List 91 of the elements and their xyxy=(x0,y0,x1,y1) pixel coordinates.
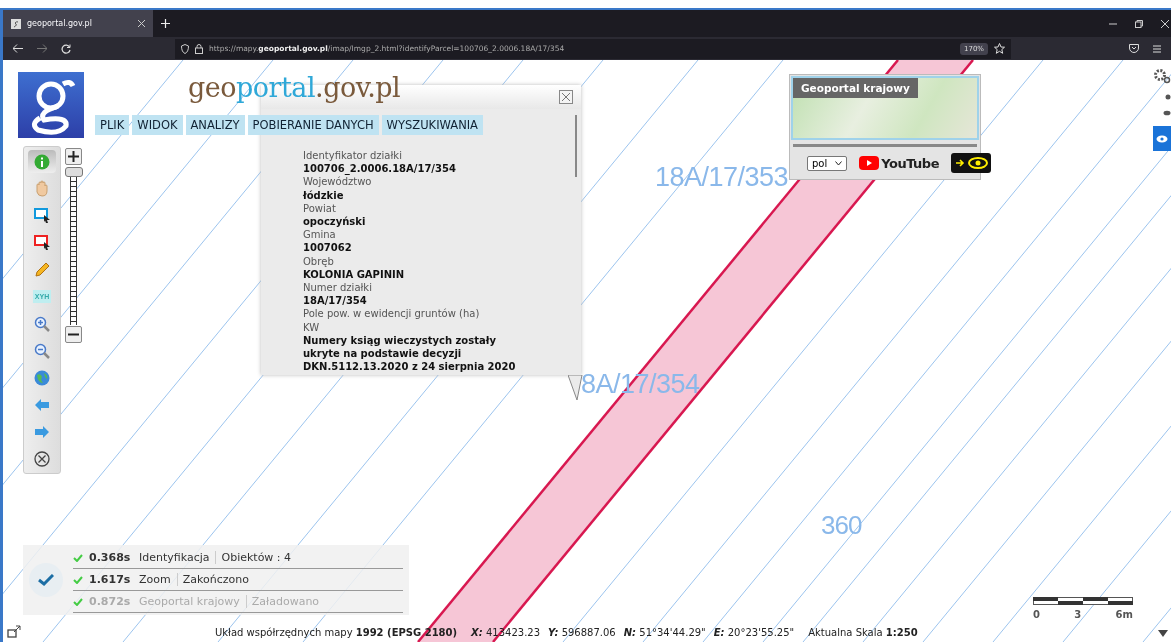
field-value: 1007062 xyxy=(303,241,353,255)
logo-icon[interactable] xyxy=(18,72,84,138)
parcel-label: 18A/17/353 xyxy=(655,162,789,193)
menu-icon[interactable] xyxy=(1153,44,1161,53)
zoom-in-icon xyxy=(34,315,50,332)
lock-icon xyxy=(195,43,203,54)
duration: 0.368s xyxy=(89,551,132,564)
pocket-icon[interactable] xyxy=(1129,44,1139,53)
operation-name: Geoportal krajowy xyxy=(139,595,240,608)
menu-item[interactable]: WIDOK xyxy=(132,115,183,135)
check-icon xyxy=(73,553,83,562)
star-icon[interactable] xyxy=(994,43,1005,54)
map-number: 360 xyxy=(821,510,862,541)
duration: 0.872s xyxy=(89,595,132,608)
field-label: Pole pow. w ewidencji gruntów (ha) xyxy=(303,307,481,321)
menu-item[interactable]: ANALIZY xyxy=(185,115,245,135)
back-icon[interactable] xyxy=(13,44,23,53)
zoom-slider[interactable] xyxy=(65,167,83,325)
operation-status: Zakończono xyxy=(176,573,249,586)
hand-icon xyxy=(34,180,50,197)
field-value: opoczyński xyxy=(303,215,367,229)
field-label: Gmina xyxy=(303,228,337,242)
info-icon xyxy=(34,153,50,170)
browser-tab[interactable]: geoportal.gov.pl xyxy=(3,10,153,37)
reload-icon[interactable] xyxy=(61,43,71,54)
field-value: 18A/17/354 xyxy=(303,294,368,308)
site-title: geoportal.gov.pl xyxy=(188,72,401,103)
coordinate-value: E: 20°23'55.25" xyxy=(713,626,795,638)
site-icon xyxy=(11,18,21,29)
scale-label: 0 xyxy=(1033,609,1040,620)
slider-thumb[interactable] xyxy=(65,167,83,177)
check-icon xyxy=(73,575,83,584)
settings-icon[interactable] xyxy=(1153,68,1171,84)
field-label: Powiat xyxy=(303,201,337,215)
caret-icon xyxy=(835,160,843,166)
clear-icon xyxy=(34,450,50,467)
operation-name: Zoom xyxy=(139,573,171,586)
menu-item[interactable]: POBIERANIE DANYCH xyxy=(247,115,379,135)
caret-icon[interactable] xyxy=(1158,630,1168,637)
field-label: Identyfikator działki xyxy=(303,149,403,163)
field-label: Województwo xyxy=(303,175,373,189)
close-icon[interactable] xyxy=(1161,19,1169,28)
eye-icon xyxy=(968,156,988,170)
menu-item[interactable]: WYSZUKIWANIA xyxy=(381,115,483,135)
minus-icon xyxy=(68,333,79,336)
rectangle-select-icon xyxy=(33,208,51,223)
new-tab-icon[interactable] xyxy=(161,19,170,28)
pencil-icon xyxy=(34,261,50,278)
arrow-right-icon xyxy=(34,424,50,439)
field-value: Numery ksiąg wieczystych zostały ukryte na podstawie decyzji DKN.5112.13.2020 z 24 sierpnia 2020 xyxy=(303,333,517,374)
restore-icon[interactable] xyxy=(1135,19,1143,28)
rectangle-select-icon xyxy=(33,235,51,250)
field-label: Numer działki xyxy=(303,281,373,295)
language-select[interactable]: pol xyxy=(807,155,848,171)
contrast-button[interactable] xyxy=(951,153,991,173)
scale-label: 6m xyxy=(1115,609,1133,620)
field-value: łódzkie xyxy=(303,188,345,202)
duration: 1.617s xyxy=(89,573,132,586)
zoom-out-icon xyxy=(34,342,50,359)
check-icon xyxy=(73,597,83,606)
scale-label: 3 xyxy=(1074,609,1082,620)
arrow-left-icon xyxy=(34,397,50,412)
visibility-button[interactable] xyxy=(1153,126,1171,151)
menu-item[interactable]: PLIK xyxy=(95,115,130,135)
panel-title: Geoportal krajowy xyxy=(793,78,918,98)
operation-status: Załadowano xyxy=(245,595,320,608)
operation-name: Identyfikacja xyxy=(139,551,210,564)
field-value: 100706_2.0006.18A/17/354 xyxy=(303,162,457,176)
plus-icon xyxy=(68,151,79,162)
field-value: KOLONIA GAPININ xyxy=(303,267,406,282)
operation-status: Obiektów : 4 xyxy=(215,551,292,564)
map-scale: Aktualna Skala 1:250 xyxy=(808,626,918,638)
expand-icon[interactable] xyxy=(7,625,21,638)
field-label: Obręb xyxy=(303,254,335,268)
coordinate-value: Y: 596887.06 xyxy=(548,626,616,638)
shield-icon xyxy=(181,43,189,54)
eye-icon xyxy=(1156,134,1168,144)
check-icon[interactable] xyxy=(38,574,54,586)
scrollbar[interactable] xyxy=(575,115,577,177)
zoom-in-button[interactable] xyxy=(65,148,82,165)
zoom-out-button[interactable] xyxy=(65,326,82,343)
dot-icon[interactable] xyxy=(1165,94,1171,100)
youtube-link[interactable]: YouTube xyxy=(859,155,939,171)
field-label: KW xyxy=(303,320,321,334)
globe-icon xyxy=(34,369,50,386)
play-icon xyxy=(859,156,880,170)
eye-icon[interactable] xyxy=(1163,110,1171,116)
overview-map[interactable]: Geoportal krajowy xyxy=(791,76,979,140)
forward-icon[interactable] xyxy=(37,44,47,53)
close-icon[interactable] xyxy=(138,20,145,27)
coordinate-value: N: 51°34'44.29" xyxy=(623,626,706,638)
